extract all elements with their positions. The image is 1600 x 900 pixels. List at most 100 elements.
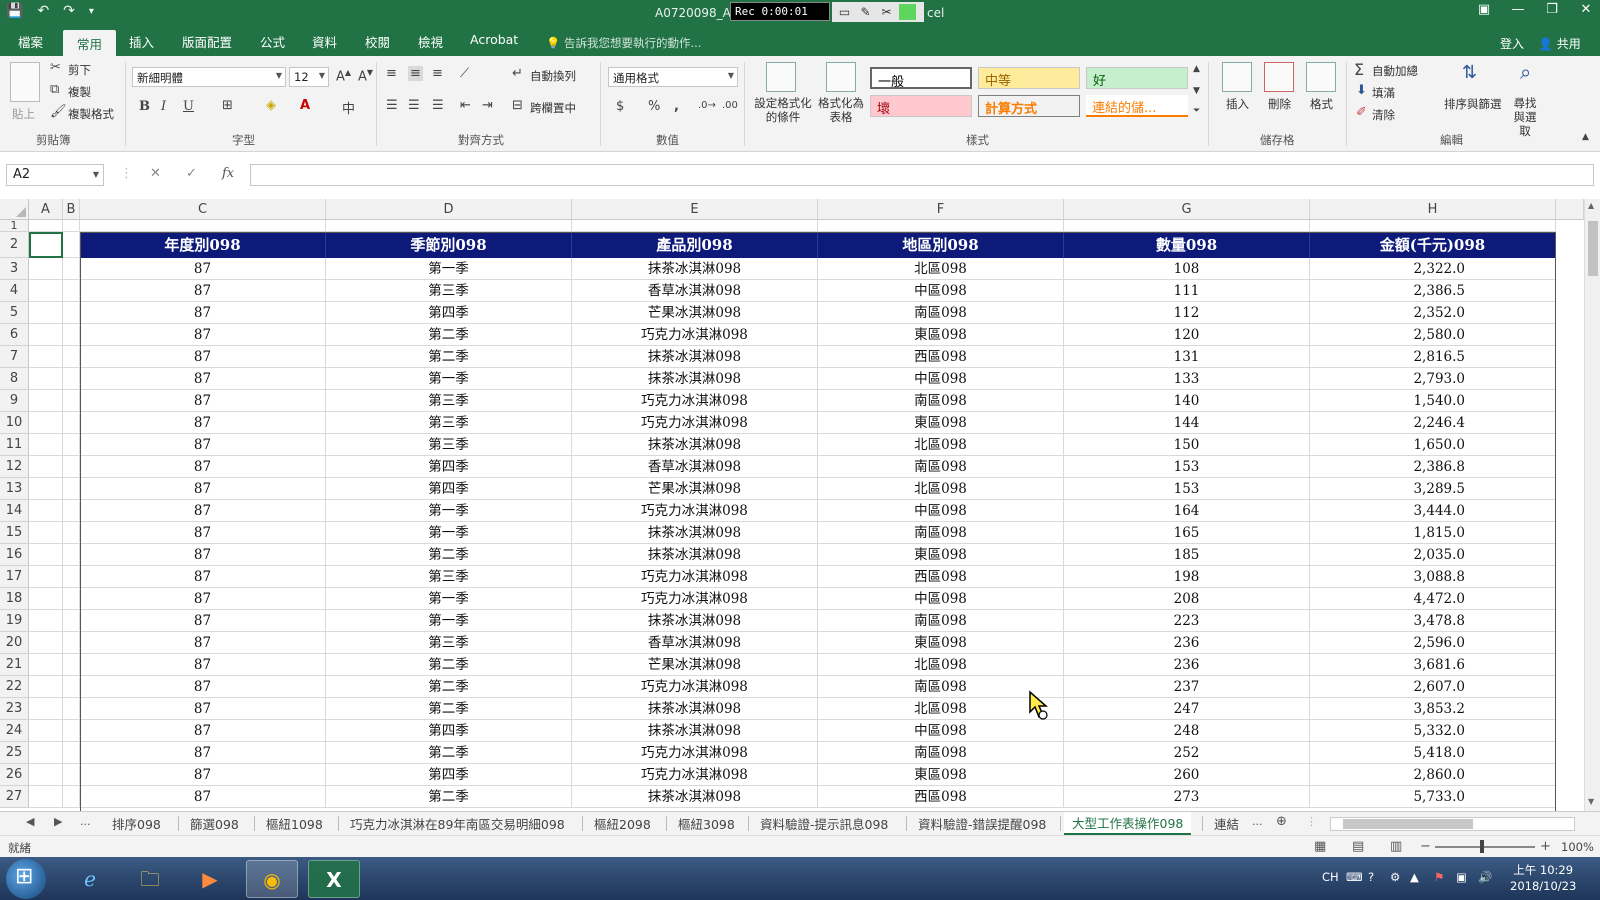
table-cell[interactable]: 3,289.5	[1310, 478, 1556, 500]
sheet-tab[interactable]: 連結	[1214, 814, 1239, 833]
table-cell[interactable]: 北區098	[818, 654, 1064, 676]
empty-cell[interactable]	[63, 280, 80, 302]
empty-cell[interactable]	[63, 258, 80, 280]
find-select-icon[interactable]: ⌕	[1520, 60, 1531, 84]
table-cell[interactable]: 東區098	[818, 544, 1064, 566]
empty-cell[interactable]	[29, 500, 63, 522]
empty-cell[interactable]	[63, 456, 80, 478]
table-header-cell[interactable]: 數量098	[1064, 232, 1310, 258]
empty-cell[interactable]	[63, 232, 80, 258]
empty-cell[interactable]	[63, 764, 80, 786]
empty-cell[interactable]	[29, 654, 63, 676]
sort-filter-button[interactable]: 排序與篩選	[1444, 96, 1502, 112]
formula-input[interactable]	[250, 164, 1594, 186]
merge-center-icon[interactable]: ⊟	[512, 98, 523, 113]
table-cell[interactable]: 巧克力冰淇淋098	[572, 588, 818, 610]
table-cell[interactable]: 南區098	[818, 742, 1064, 764]
table-cell[interactable]: 第一季	[326, 522, 572, 544]
empty-cell[interactable]	[29, 544, 63, 566]
table-cell[interactable]: 2,607.0	[1310, 676, 1556, 698]
table-cell[interactable]: 中區098	[818, 588, 1064, 610]
empty-cell[interactable]	[63, 434, 80, 456]
cancel-icon[interactable]: ✕	[150, 166, 161, 181]
table-cell[interactable]: 87	[80, 280, 326, 302]
sigma-icon[interactable]: Σ	[1354, 60, 1364, 79]
table-cell[interactable]: 巧克力冰淇淋098	[572, 566, 818, 588]
column-header-e[interactable]: E	[572, 199, 818, 220]
column-header-a[interactable]: A	[29, 199, 63, 220]
table-cell[interactable]: 2,596.0	[1310, 632, 1556, 654]
vertical-scrollbar[interactable]: ▲ ▼	[1584, 199, 1600, 811]
enter-icon[interactable]: ✓	[186, 166, 197, 181]
save-icon[interactable]: 💾	[6, 3, 23, 19]
table-cell[interactable]: 87	[80, 698, 326, 720]
sheet-tab[interactable]: 篩選098	[190, 814, 239, 833]
keyboard-icon[interactable]: ⌨	[1346, 870, 1363, 884]
empty-cell[interactable]	[63, 654, 80, 676]
table-cell[interactable]: 5,332.0	[1310, 720, 1556, 742]
horizontal-scrollbar[interactable]	[1330, 817, 1575, 831]
table-cell[interactable]: 87	[80, 346, 326, 368]
style-good[interactable]: 好	[1086, 67, 1188, 89]
row-header[interactable]: 16	[0, 544, 29, 566]
borders-icon[interactable]: ⊞	[222, 98, 233, 113]
wrap-text-button[interactable]: 自動換列	[530, 68, 576, 84]
recorder-cut-icon[interactable]: ✂	[878, 4, 895, 20]
excel-icon[interactable]: X	[308, 860, 360, 898]
table-cell[interactable]: 198	[1064, 566, 1310, 588]
table-cell[interactable]: 南區098	[818, 522, 1064, 544]
table-cell[interactable]: 87	[80, 544, 326, 566]
empty-cell[interactable]	[29, 390, 63, 412]
style-neutral[interactable]: 中等	[978, 67, 1080, 89]
row-header[interactable]: 27	[0, 786, 29, 808]
ime-indicator[interactable]: CH	[1322, 870, 1339, 884]
table-cell[interactable]: 第二季	[326, 324, 572, 346]
undo-icon[interactable]: ↶	[37, 3, 49, 19]
empty-cell[interactable]	[326, 220, 572, 232]
empty-cell[interactable]	[29, 324, 63, 346]
sign-in-link[interactable]: 登入	[1500, 35, 1524, 52]
table-cell[interactable]: 南區098	[818, 302, 1064, 324]
find-select-button[interactable]: 尋找與選取	[1510, 96, 1540, 138]
action-center-icon[interactable]: ⚑	[1434, 870, 1444, 884]
table-cell[interactable]: 2,352.0	[1310, 302, 1556, 324]
empty-cell[interactable]	[63, 720, 80, 742]
styles-more-icon[interactable]: ⏷	[1193, 106, 1200, 116]
empty-cell[interactable]	[29, 478, 63, 500]
row-header[interactable]: 12	[0, 456, 29, 478]
empty-cell[interactable]	[63, 544, 80, 566]
fill-down-icon[interactable]: ⬇	[1356, 83, 1367, 98]
table-cell[interactable]: 香草冰淇淋098	[572, 632, 818, 654]
row-header[interactable]: 13	[0, 478, 29, 500]
table-cell[interactable]: 2,386.5	[1310, 280, 1556, 302]
table-cell[interactable]: 第三季	[326, 412, 572, 434]
table-cell[interactable]: 巧克力冰淇淋098	[572, 676, 818, 698]
table-cell[interactable]: 第四季	[326, 720, 572, 742]
table-cell[interactable]: 芒果冰淇淋098	[572, 654, 818, 676]
chrome-icon[interactable]: ◉	[246, 860, 298, 898]
empty-cell[interactable]	[63, 698, 80, 720]
empty-cell[interactable]	[1064, 220, 1310, 232]
recorder-color-icon[interactable]	[899, 4, 916, 20]
page-layout-icon[interactable]: ▤	[1352, 839, 1364, 854]
row-header[interactable]: 21	[0, 654, 29, 676]
empty-cell[interactable]	[63, 390, 80, 412]
table-cell[interactable]: 第一季	[326, 500, 572, 522]
table-cell[interactable]: 第四季	[326, 302, 572, 324]
table-cell[interactable]: 東區098	[818, 632, 1064, 654]
table-cell[interactable]: 150	[1064, 434, 1310, 456]
recorder-screen-icon[interactable]: ▭	[836, 4, 853, 20]
number-format-select[interactable]: 通用格式 ▼	[608, 67, 738, 87]
close-icon[interactable]: ✕	[1578, 2, 1594, 17]
empty-cell[interactable]	[29, 566, 63, 588]
italic-button[interactable]: I	[161, 99, 166, 114]
empty-cell[interactable]	[29, 698, 63, 720]
column-header-c[interactable]: C	[80, 199, 326, 220]
table-cell[interactable]: 87	[80, 632, 326, 654]
insert-cells-icon[interactable]	[1222, 62, 1252, 92]
wrap-text-icon[interactable]: ↵	[512, 66, 523, 81]
add-sheet-icon[interactable]: ⊕	[1276, 814, 1287, 829]
table-cell[interactable]: 芒果冰淇淋098	[572, 302, 818, 324]
empty-cell[interactable]	[29, 258, 63, 280]
table-cell[interactable]: 112	[1064, 302, 1310, 324]
